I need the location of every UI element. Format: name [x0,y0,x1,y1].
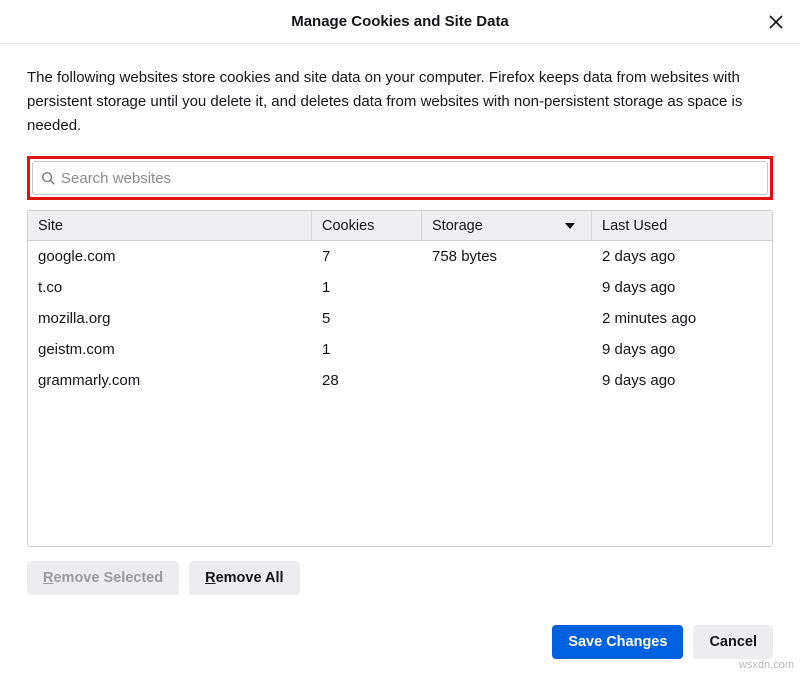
chevron-down-icon [565,223,575,229]
cell-last-used: 2 minutes ago [592,310,772,327]
table-row[interactable]: geistm.com1 9 days ago [28,334,772,365]
sort-indicator [565,223,575,229]
cookies-dialog: Manage Cookies and Site Data The followi… [0,0,800,675]
col-header-last-used[interactable]: Last Used [592,211,772,240]
cell-last-used: 9 days ago [592,279,772,296]
search-field-wrapper[interactable] [32,161,768,195]
table-row[interactable]: google.com7758 bytes2 days ago [28,241,772,272]
save-changes-button[interactable]: Save Changes [552,625,683,659]
cell-site: mozilla.org [28,310,312,327]
cell-cookies: 28 [312,372,422,389]
dialog-title: Manage Cookies and Site Data [291,13,509,30]
search-icon [41,171,55,185]
cell-site: grammarly.com [28,372,312,389]
remove-all-button[interactable]: Remove All [189,561,299,595]
col-header-last-used-label: Last Used [602,218,667,234]
remove-selected-button[interactable]: Remove Selected [27,561,179,595]
table-body[interactable]: google.com7758 bytes2 days agot.co19 day… [28,241,772,546]
cell-last-used: 2 days ago [592,248,772,265]
search-highlight-box [27,156,773,200]
table-header-row: Site Cookies Storage Last Used [28,211,772,241]
cell-storage: 758 bytes [422,248,592,265]
close-button[interactable] [762,8,790,36]
cancel-button[interactable]: Cancel [693,625,773,659]
col-header-storage[interactable]: Storage [422,211,592,240]
cell-cookies: 7 [312,248,422,265]
table-row[interactable]: mozilla.org5 2 minutes ago [28,303,772,334]
table-row[interactable]: grammarly.com28 9 days ago [28,365,772,396]
search-input[interactable] [61,170,759,187]
cell-site: t.co [28,279,312,296]
col-header-site[interactable]: Site [28,211,312,240]
col-header-storage-label: Storage [432,218,483,234]
table-row[interactable]: t.co1 9 days ago [28,272,772,303]
cell-site: google.com [28,248,312,265]
cell-cookies: 5 [312,310,422,327]
col-header-site-label: Site [38,218,63,234]
col-header-cookies-label: Cookies [322,218,374,234]
footer-left: Remove Selected Remove All [27,561,773,595]
cell-cookies: 1 [312,341,422,358]
cell-site: geistm.com [28,341,312,358]
titlebar: Manage Cookies and Site Data [0,0,800,44]
dialog-content: The following websites store cookies and… [0,44,800,607]
footer-right: Save Changes Cancel [0,625,800,675]
sites-table: Site Cookies Storage Last Used google.co… [27,210,773,547]
cell-last-used: 9 days ago [592,372,772,389]
dialog-description: The following websites store cookies and… [27,66,773,138]
cell-last-used: 9 days ago [592,341,772,358]
close-icon [769,15,783,29]
watermark: wsxdn.com [739,659,794,671]
col-header-cookies[interactable]: Cookies [312,211,422,240]
cell-cookies: 1 [312,279,422,296]
